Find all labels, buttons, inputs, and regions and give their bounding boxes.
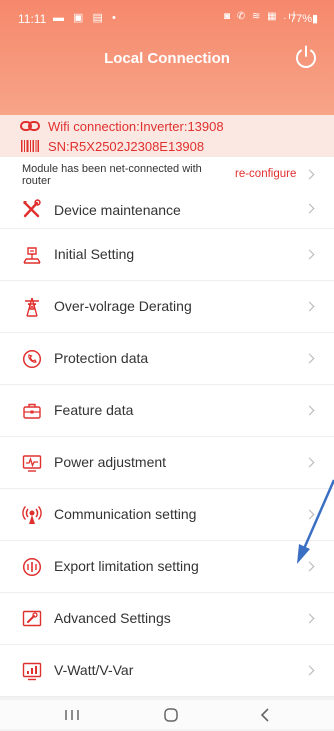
power-button[interactable] xyxy=(293,44,319,70)
battery-indicator: 77%▮ xyxy=(290,13,319,25)
menu-item-label: Power adjustment xyxy=(54,454,167,470)
menu-item-label: Initial Setting xyxy=(54,246,135,262)
chevron-right-icon xyxy=(304,509,315,520)
antenna-icon xyxy=(22,506,42,524)
system-status-icons: ◙ ✆ ≋ ▦ .ıl xyxy=(224,11,298,22)
wifi-connection-row: Wifi connection:Inverter:13908 xyxy=(20,117,224,135)
serial-number-text: SN:R5X2502J2308E13908 xyxy=(48,138,205,154)
settings-menu: Device maintenance Initial Setting Over-… xyxy=(0,191,334,697)
wifi-connection-text: Wifi connection:Inverter:13908 xyxy=(48,118,224,134)
chevron-right-icon xyxy=(304,301,315,312)
v-watt-chart-icon xyxy=(22,662,42,681)
menu-item-v-watt-v-var[interactable]: V-Watt/V-Var xyxy=(0,645,334,697)
link-icon xyxy=(20,121,40,131)
tower-icon xyxy=(25,297,39,317)
back-button[interactable] xyxy=(250,704,280,726)
connection-info: Wifi connection:Inverter:13908 SN:R5X250… xyxy=(0,115,334,157)
menu-item-power-adjustment[interactable]: Power adjustment xyxy=(0,437,334,489)
initial-setting-icon xyxy=(23,247,41,264)
menu-item-advanced-settings[interactable]: Advanced Settings xyxy=(0,593,334,645)
chevron-right-icon xyxy=(304,613,315,624)
chevron-right-icon xyxy=(304,561,315,572)
notification-icons: ▬ ▣ ▤ • xyxy=(53,12,119,24)
system-navigation-bar xyxy=(0,700,334,729)
chevron-right-icon xyxy=(304,249,315,260)
menu-item-device-maintenance[interactable]: Device maintenance xyxy=(0,191,334,229)
menu-item-communication-setting[interactable]: Communication setting xyxy=(0,489,334,541)
wrench-screwdriver-icon xyxy=(23,199,41,218)
home-icon xyxy=(164,708,178,722)
chevron-right-icon xyxy=(304,457,315,468)
chevron-right-icon xyxy=(304,665,315,676)
home-button[interactable] xyxy=(156,704,186,726)
chevron-right-icon xyxy=(304,169,315,180)
menu-item-over-voltage-derating[interactable]: Over-volrage Derating xyxy=(0,281,334,333)
menu-item-protection-data[interactable]: Protection data xyxy=(0,333,334,385)
menu-item-label: Advanced Settings xyxy=(54,610,171,626)
chevron-right-icon xyxy=(304,203,315,214)
chevron-right-icon xyxy=(304,405,315,416)
status-bar: 11:11 ▬ ▣ ▤ • ◙ ✆ ≋ ▦ .ıl 77%▮ xyxy=(0,0,334,36)
protection-icon xyxy=(22,349,42,369)
module-status-row: Module has been net-connected with route… xyxy=(0,157,334,192)
advanced-settings-icon xyxy=(22,610,42,627)
menu-item-label: Device maintenance xyxy=(54,202,181,218)
status-time: 11:11 xyxy=(18,12,47,26)
serial-number-row: SN:R5X2502J2308E13908 xyxy=(20,137,204,155)
menu-item-label: V-Watt/V-Var xyxy=(54,662,134,678)
power-icon xyxy=(296,45,316,68)
recent-apps-icon xyxy=(65,710,79,720)
menu-item-label: Protection data xyxy=(54,350,149,366)
export-limit-icon xyxy=(22,557,42,577)
reconfigure-link[interactable]: re-configure xyxy=(235,168,296,180)
menu-item-initial-setting[interactable]: Initial Setting xyxy=(0,229,334,281)
app-header: 11:11 ▬ ▣ ▤ • ◙ ✆ ≋ ▦ .ıl 77%▮ Local Con… xyxy=(0,0,334,116)
menu-item-label: Communication setting xyxy=(54,506,197,522)
power-adjust-icon xyxy=(22,455,42,472)
page-title: Local Connection xyxy=(104,50,230,67)
chevron-right-icon xyxy=(304,353,315,364)
barcode-icon xyxy=(21,140,39,152)
menu-item-label: Export limitation setting xyxy=(54,558,199,574)
menu-item-label: Feature data xyxy=(54,402,134,418)
recent-apps-button[interactable] xyxy=(57,704,87,726)
menu-item-label: Over-volrage Derating xyxy=(54,298,192,314)
briefcase-icon xyxy=(23,403,41,419)
back-icon xyxy=(260,708,269,722)
menu-item-export-limitation-setting[interactable]: Export limitation setting xyxy=(0,541,334,593)
menu-item-feature-data[interactable]: Feature data xyxy=(0,385,334,437)
module-status-text: Module has been net-connected with route… xyxy=(22,163,202,187)
